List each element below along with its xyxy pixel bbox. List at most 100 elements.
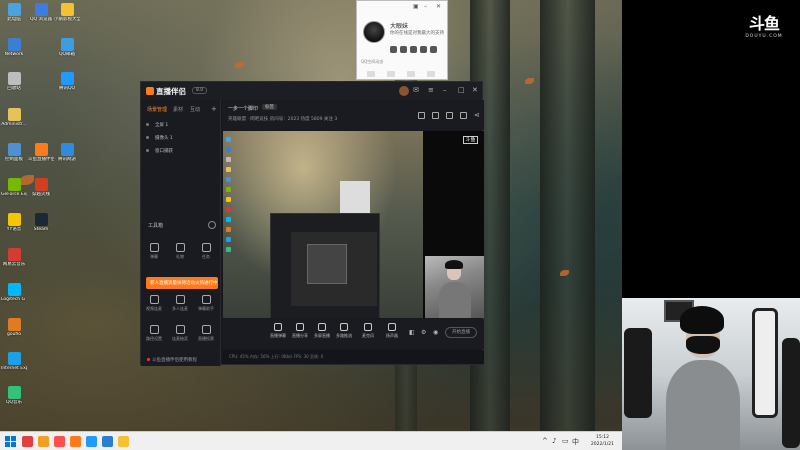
tab-interact[interactable]: 互动 — [190, 106, 200, 113]
preview-desktop-icon — [226, 207, 231, 212]
desktop-icon[interactable]: QQ邮箱 — [54, 38, 80, 57]
tab-assets[interactable]: 素材 — [173, 106, 183, 113]
visibility-icon[interactable] — [146, 123, 149, 126]
taskbar-app-icon[interactable] — [38, 436, 49, 447]
tool-multi-link[interactable]: 多人连麦 — [169, 295, 191, 312]
room-tag-badge[interactable]: 标签 — [262, 104, 277, 110]
visibility-icon[interactable] — [146, 149, 149, 152]
mail-icon[interactable] — [390, 46, 397, 53]
tool-lottery[interactable]: 连麦抽奖 — [169, 325, 191, 342]
contacts-tab-icon[interactable] — [367, 71, 375, 77]
desktop-icon[interactable]: 此电脑 — [1, 3, 27, 22]
tool-danmaku[interactable]: 弹幕 — [143, 243, 165, 260]
skin-icon[interactable]: ▣ — [413, 3, 419, 10]
network-icon[interactable]: ▭ — [562, 437, 569, 445]
game-icon[interactable] — [410, 46, 417, 53]
tab-scenes[interactable]: 场景管理 — [147, 106, 167, 113]
settings-icon[interactable]: ⚙ — [421, 329, 426, 336]
lock-icon[interactable] — [432, 112, 439, 119]
desktop-icon[interactable]: Internet Explorer — [1, 352, 27, 371]
tool-gift[interactable]: 礼物 — [169, 243, 191, 260]
tool-path-settings[interactable]: 路径设置 — [143, 325, 165, 342]
live-danmaku-button[interactable]: 直播弹幕 — [267, 323, 289, 339]
desktop-icon[interactable]: gouflo — [1, 318, 27, 337]
desktop-icon[interactable]: Network — [1, 38, 27, 57]
user-avatar[interactable] — [399, 86, 409, 96]
taskbar-app-icon[interactable] — [118, 436, 129, 447]
desktop-icon[interactable]: Logitech G HUB — [1, 283, 27, 302]
desktop-icon[interactable]: Administr... — [1, 108, 27, 127]
start-live-button[interactable]: 开始直播 — [445, 327, 477, 338]
lottery-icon — [175, 325, 185, 334]
toolbox-settings-icon[interactable] — [208, 221, 216, 229]
microphone-button[interactable]: 麦克风 — [357, 323, 379, 339]
tool-video-link[interactable]: 视频连麦 — [143, 295, 165, 312]
settings-tab-icon[interactable] — [427, 71, 435, 77]
desktop-icon[interactable]: 斗鱼直播伴侣 — [28, 143, 54, 162]
desktop-icon-label: QQ 浏览器 — [29, 17, 52, 22]
close-icon[interactable]: ✕ — [472, 86, 478, 94]
record-icon[interactable]: ◉ — [433, 329, 438, 336]
live-share-button[interactable]: 直播分享 — [289, 323, 311, 339]
speaker-button[interactable]: 扬声器 — [381, 323, 403, 339]
minimize-icon[interactable]: – — [443, 86, 447, 94]
multi-screen-button[interactable]: 多屏直播 — [311, 323, 333, 339]
preview-desktop-icon — [226, 227, 231, 232]
music-icon[interactable] — [420, 46, 427, 53]
visibility-icon[interactable] — [146, 136, 149, 139]
monitor-icon[interactable] — [418, 112, 425, 119]
desktop-icon-label: 小鹅影视大全 — [54, 17, 80, 22]
desktop-icon[interactable]: 穿越火线 — [28, 178, 54, 197]
qq-signature[interactable]: 你的在线是对我最大的支持 — [390, 30, 444, 36]
taskbar-app-icon[interactable] — [102, 436, 113, 447]
desktop-icon[interactable]: 腾讯网游 — [54, 143, 80, 162]
desktop-icon[interactable]: GeForce Experience — [1, 178, 27, 197]
chevron-up-icon[interactable]: ^ — [542, 437, 548, 445]
tool-task[interactable]: 任务 — [195, 243, 217, 260]
messages-tab-icon[interactable] — [387, 71, 395, 77]
tool-vote[interactable]: 直播投票 — [195, 325, 217, 342]
desktop-icon[interactable]: Steam — [28, 213, 54, 232]
space-icon[interactable] — [400, 46, 407, 53]
scene-item[interactable]: 全屏 1 — [146, 122, 168, 128]
desktop-icon-label: 控制面板 — [5, 157, 23, 162]
qq-footer[interactable]: QQ空间动态 — [361, 59, 383, 65]
clipboard-icon[interactable] — [446, 112, 453, 119]
minimize-icon[interactable]: – — [424, 3, 427, 10]
windows-start-icon[interactable] — [5, 436, 16, 447]
stream-preview[interactable]: 斗鱼 — [223, 131, 484, 318]
scene-item[interactable]: 窗口捕获 — [146, 148, 173, 154]
desktop-icon[interactable]: QQ音乐 — [1, 386, 27, 405]
groups-tab-icon[interactable] — [407, 71, 415, 77]
desktop-icon[interactable]: YY语音 — [1, 213, 27, 232]
desktop-icon[interactable]: 控制面板 — [1, 143, 27, 162]
desktop-icon[interactable]: 回收站 — [1, 72, 27, 91]
avatar[interactable] — [363, 21, 385, 43]
multi-push-button[interactable]: 多路推流 — [333, 323, 355, 339]
speaker-icon[interactable]: ♪ — [552, 437, 556, 445]
taskbar-app-icon[interactable] — [54, 436, 65, 447]
taskbar-app-icon[interactable] — [70, 436, 81, 447]
taskbar-app-icon[interactable] — [22, 436, 33, 447]
camera-icon[interactable]: ◧ — [409, 329, 415, 336]
tutorial-link[interactable]: 斗鱼直播伴侣使用教程 — [147, 357, 197, 363]
tool-danmaku-helper[interactable]: 弹幕助手 — [195, 295, 217, 312]
share-icon[interactable]: ⋖ — [474, 112, 481, 119]
close-icon[interactable]: ✕ — [436, 3, 441, 10]
bell-icon[interactable] — [460, 112, 467, 119]
room-title[interactable]: 一步一个脚印 — [228, 105, 258, 112]
desktop-icon[interactable]: QQ 浏览器 — [28, 3, 54, 22]
add-scene-icon[interactable]: + — [211, 105, 217, 113]
more-icon[interactable] — [430, 46, 437, 53]
taskbar-app-icon[interactable] — [86, 436, 97, 447]
message-icon[interactable]: ✉ — [413, 86, 419, 94]
maximize-icon[interactable]: □ — [458, 86, 465, 94]
desktop-icon[interactable]: 网易云音乐 — [1, 248, 27, 267]
desktop-icon[interactable]: 腾讯QQ — [54, 72, 80, 91]
menu-icon[interactable]: ≡ — [428, 86, 434, 94]
scene-item[interactable]: 摄像头 1 — [146, 135, 173, 141]
promo-banner[interactable]: 新人直播流量扶持活动火热进行中，参与即得 → — [146, 277, 218, 289]
desktop-icon[interactable]: 小鹅影视大全 — [54, 3, 80, 22]
ime-icon[interactable]: 中 — [572, 437, 579, 447]
taskbar-clock[interactable]: 15:12 2022/1/21 — [591, 434, 614, 448]
